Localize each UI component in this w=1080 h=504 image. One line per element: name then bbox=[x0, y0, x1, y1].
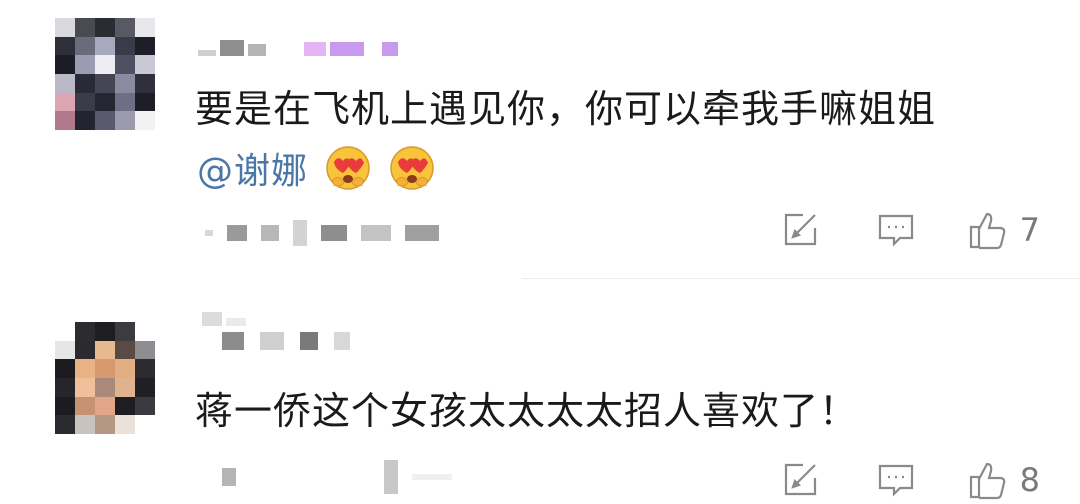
comment-meta bbox=[222, 460, 452, 494]
like-count: 8 bbox=[1019, 461, 1040, 499]
username[interactable] bbox=[198, 36, 398, 56]
comment-item: 要是在飞机上遇见你，你可以牵我手嘛姐姐 @谢娜 7 bbox=[0, 0, 1080, 280]
username[interactable] bbox=[202, 312, 246, 326]
like-count: 7 bbox=[1019, 211, 1040, 249]
thumbs-up-icon[interactable] bbox=[966, 208, 1010, 252]
comment-icon[interactable] bbox=[874, 208, 918, 252]
avatar[interactable] bbox=[55, 322, 155, 434]
avatar[interactable] bbox=[55, 18, 155, 130]
comment-icon[interactable] bbox=[874, 458, 918, 502]
thumbs-up-icon[interactable] bbox=[966, 458, 1010, 502]
comment-meta bbox=[205, 220, 439, 246]
comment-text: 要是在飞机上遇见你，你可以牵我手嘛姐姐 bbox=[195, 87, 937, 131]
comment-text: 蒋一侨这个女孩太太太太招人喜欢了！ bbox=[195, 389, 859, 433]
mention-link[interactable]: @谢娜 bbox=[197, 142, 308, 194]
comment-item: 蒋一侨这个女孩太太太太招人喜欢了！ 8 bbox=[0, 280, 1080, 504]
heart-eyes-emoji bbox=[326, 146, 370, 190]
share-icon[interactable] bbox=[778, 458, 822, 502]
share-icon[interactable] bbox=[778, 208, 822, 252]
divider bbox=[522, 278, 1080, 279]
username-blur-row bbox=[222, 332, 350, 350]
heart-eyes-emoji bbox=[390, 146, 434, 190]
